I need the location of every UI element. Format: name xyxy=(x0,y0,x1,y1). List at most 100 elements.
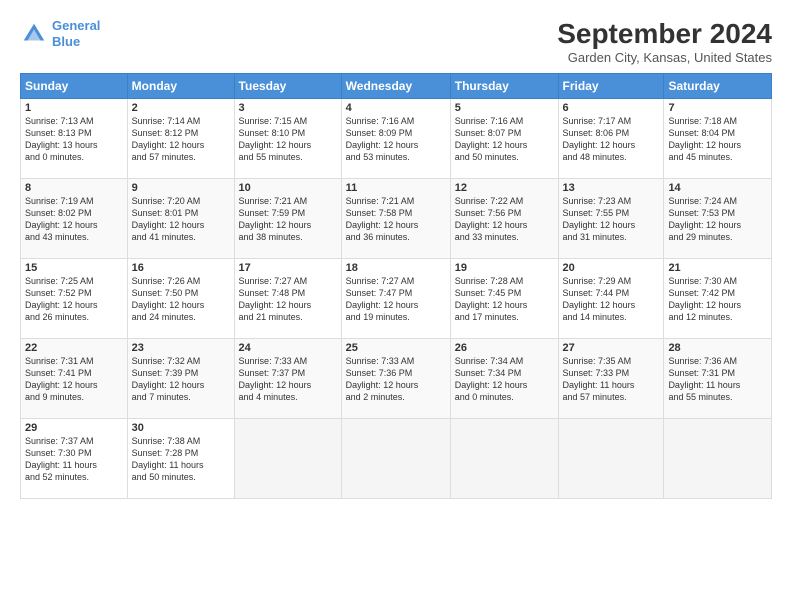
day-number: 22 xyxy=(25,342,123,354)
location: Garden City, Kansas, United States xyxy=(557,50,772,65)
day-info: Sunrise: 7:37 AM Sunset: 7:30 PM Dayligh… xyxy=(25,435,123,484)
day-info: Sunrise: 7:33 AM Sunset: 7:37 PM Dayligh… xyxy=(239,355,337,404)
calendar-header-row: Sunday Monday Tuesday Wednesday Thursday… xyxy=(21,74,772,99)
day-info: Sunrise: 7:32 AM Sunset: 7:39 PM Dayligh… xyxy=(132,355,230,404)
logo-line2: Blue xyxy=(52,34,80,49)
day-number: 4 xyxy=(346,102,446,114)
table-row: 15Sunrise: 7:25 AM Sunset: 7:52 PM Dayli… xyxy=(21,259,128,339)
day-info: Sunrise: 7:30 AM Sunset: 7:42 PM Dayligh… xyxy=(668,275,767,324)
day-number: 16 xyxy=(132,262,230,274)
table-row: 19Sunrise: 7:28 AM Sunset: 7:45 PM Dayli… xyxy=(450,259,558,339)
day-info: Sunrise: 7:35 AM Sunset: 7:33 PM Dayligh… xyxy=(563,355,660,404)
day-number: 5 xyxy=(455,102,554,114)
day-info: Sunrise: 7:25 AM Sunset: 7:52 PM Dayligh… xyxy=(25,275,123,324)
table-row: 17Sunrise: 7:27 AM Sunset: 7:48 PM Dayli… xyxy=(234,259,341,339)
day-number: 10 xyxy=(239,182,337,194)
day-number: 27 xyxy=(563,342,660,354)
table-row: 22Sunrise: 7:31 AM Sunset: 7:41 PM Dayli… xyxy=(21,339,128,419)
calendar-week-row: 15Sunrise: 7:25 AM Sunset: 7:52 PM Dayli… xyxy=(21,259,772,339)
table-row: 2Sunrise: 7:14 AM Sunset: 8:12 PM Daylig… xyxy=(127,99,234,179)
day-number: 28 xyxy=(668,342,767,354)
logo-line1: General xyxy=(52,18,100,33)
table-row: 12Sunrise: 7:22 AM Sunset: 7:56 PM Dayli… xyxy=(450,179,558,259)
table-row: 9Sunrise: 7:20 AM Sunset: 8:01 PM Daylig… xyxy=(127,179,234,259)
table-row xyxy=(234,419,341,499)
table-row: 7Sunrise: 7:18 AM Sunset: 8:04 PM Daylig… xyxy=(664,99,772,179)
calendar-week-row: 1Sunrise: 7:13 AM Sunset: 8:13 PM Daylig… xyxy=(21,99,772,179)
day-info: Sunrise: 7:21 AM Sunset: 7:59 PM Dayligh… xyxy=(239,195,337,244)
day-info: Sunrise: 7:26 AM Sunset: 7:50 PM Dayligh… xyxy=(132,275,230,324)
day-info: Sunrise: 7:15 AM Sunset: 8:10 PM Dayligh… xyxy=(239,115,337,164)
col-header-thursday: Thursday xyxy=(450,74,558,99)
day-number: 25 xyxy=(346,342,446,354)
day-info: Sunrise: 7:21 AM Sunset: 7:58 PM Dayligh… xyxy=(346,195,446,244)
day-info: Sunrise: 7:36 AM Sunset: 7:31 PM Dayligh… xyxy=(668,355,767,404)
table-row: 23Sunrise: 7:32 AM Sunset: 7:39 PM Dayli… xyxy=(127,339,234,419)
day-number: 19 xyxy=(455,262,554,274)
table-row xyxy=(558,419,664,499)
day-number: 7 xyxy=(668,102,767,114)
day-number: 6 xyxy=(563,102,660,114)
day-number: 2 xyxy=(132,102,230,114)
day-number: 26 xyxy=(455,342,554,354)
day-info: Sunrise: 7:27 AM Sunset: 7:47 PM Dayligh… xyxy=(346,275,446,324)
day-number: 17 xyxy=(239,262,337,274)
day-number: 9 xyxy=(132,182,230,194)
table-row: 18Sunrise: 7:27 AM Sunset: 7:47 PM Dayli… xyxy=(341,259,450,339)
day-info: Sunrise: 7:16 AM Sunset: 8:09 PM Dayligh… xyxy=(346,115,446,164)
table-row: 11Sunrise: 7:21 AM Sunset: 7:58 PM Dayli… xyxy=(341,179,450,259)
calendar-week-row: 22Sunrise: 7:31 AM Sunset: 7:41 PM Dayli… xyxy=(21,339,772,419)
day-info: Sunrise: 7:24 AM Sunset: 7:53 PM Dayligh… xyxy=(668,195,767,244)
day-info: Sunrise: 7:38 AM Sunset: 7:28 PM Dayligh… xyxy=(132,435,230,484)
day-number: 20 xyxy=(563,262,660,274)
table-row: 3Sunrise: 7:15 AM Sunset: 8:10 PM Daylig… xyxy=(234,99,341,179)
page: General Blue September 2024 Garden City,… xyxy=(0,0,792,612)
title-block: September 2024 Garden City, Kansas, Unit… xyxy=(557,18,772,65)
day-info: Sunrise: 7:34 AM Sunset: 7:34 PM Dayligh… xyxy=(455,355,554,404)
table-row: 20Sunrise: 7:29 AM Sunset: 7:44 PM Dayli… xyxy=(558,259,664,339)
table-row: 1Sunrise: 7:13 AM Sunset: 8:13 PM Daylig… xyxy=(21,99,128,179)
day-info: Sunrise: 7:29 AM Sunset: 7:44 PM Dayligh… xyxy=(563,275,660,324)
day-number: 13 xyxy=(563,182,660,194)
day-number: 30 xyxy=(132,422,230,434)
table-row: 28Sunrise: 7:36 AM Sunset: 7:31 PM Dayli… xyxy=(664,339,772,419)
table-row: 16Sunrise: 7:26 AM Sunset: 7:50 PM Dayli… xyxy=(127,259,234,339)
table-row: 29Sunrise: 7:37 AM Sunset: 7:30 PM Dayli… xyxy=(21,419,128,499)
day-info: Sunrise: 7:22 AM Sunset: 7:56 PM Dayligh… xyxy=(455,195,554,244)
day-info: Sunrise: 7:23 AM Sunset: 7:55 PM Dayligh… xyxy=(563,195,660,244)
table-row: 26Sunrise: 7:34 AM Sunset: 7:34 PM Dayli… xyxy=(450,339,558,419)
table-row xyxy=(341,419,450,499)
logo-icon xyxy=(20,20,48,48)
day-number: 14 xyxy=(668,182,767,194)
day-number: 8 xyxy=(25,182,123,194)
day-info: Sunrise: 7:19 AM Sunset: 8:02 PM Dayligh… xyxy=(25,195,123,244)
col-header-tuesday: Tuesday xyxy=(234,74,341,99)
col-header-sunday: Sunday xyxy=(21,74,128,99)
table-row: 14Sunrise: 7:24 AM Sunset: 7:53 PM Dayli… xyxy=(664,179,772,259)
day-number: 15 xyxy=(25,262,123,274)
table-row: 21Sunrise: 7:30 AM Sunset: 7:42 PM Dayli… xyxy=(664,259,772,339)
calendar: Sunday Monday Tuesday Wednesday Thursday… xyxy=(20,73,772,499)
table-row: 6Sunrise: 7:17 AM Sunset: 8:06 PM Daylig… xyxy=(558,99,664,179)
table-row xyxy=(450,419,558,499)
table-row: 30Sunrise: 7:38 AM Sunset: 7:28 PM Dayli… xyxy=(127,419,234,499)
day-info: Sunrise: 7:33 AM Sunset: 7:36 PM Dayligh… xyxy=(346,355,446,404)
table-row: 24Sunrise: 7:33 AM Sunset: 7:37 PM Dayli… xyxy=(234,339,341,419)
month-title: September 2024 xyxy=(557,18,772,50)
table-row: 10Sunrise: 7:21 AM Sunset: 7:59 PM Dayli… xyxy=(234,179,341,259)
day-number: 24 xyxy=(239,342,337,354)
day-info: Sunrise: 7:14 AM Sunset: 8:12 PM Dayligh… xyxy=(132,115,230,164)
day-info: Sunrise: 7:31 AM Sunset: 7:41 PM Dayligh… xyxy=(25,355,123,404)
col-header-monday: Monday xyxy=(127,74,234,99)
day-number: 12 xyxy=(455,182,554,194)
day-number: 29 xyxy=(25,422,123,434)
calendar-week-row: 8Sunrise: 7:19 AM Sunset: 8:02 PM Daylig… xyxy=(21,179,772,259)
table-row: 13Sunrise: 7:23 AM Sunset: 7:55 PM Dayli… xyxy=(558,179,664,259)
table-row: 8Sunrise: 7:19 AM Sunset: 8:02 PM Daylig… xyxy=(21,179,128,259)
day-info: Sunrise: 7:13 AM Sunset: 8:13 PM Dayligh… xyxy=(25,115,123,164)
day-number: 1 xyxy=(25,102,123,114)
day-info: Sunrise: 7:18 AM Sunset: 8:04 PM Dayligh… xyxy=(668,115,767,164)
day-number: 21 xyxy=(668,262,767,274)
table-row: 27Sunrise: 7:35 AM Sunset: 7:33 PM Dayli… xyxy=(558,339,664,419)
calendar-week-row: 29Sunrise: 7:37 AM Sunset: 7:30 PM Dayli… xyxy=(21,419,772,499)
